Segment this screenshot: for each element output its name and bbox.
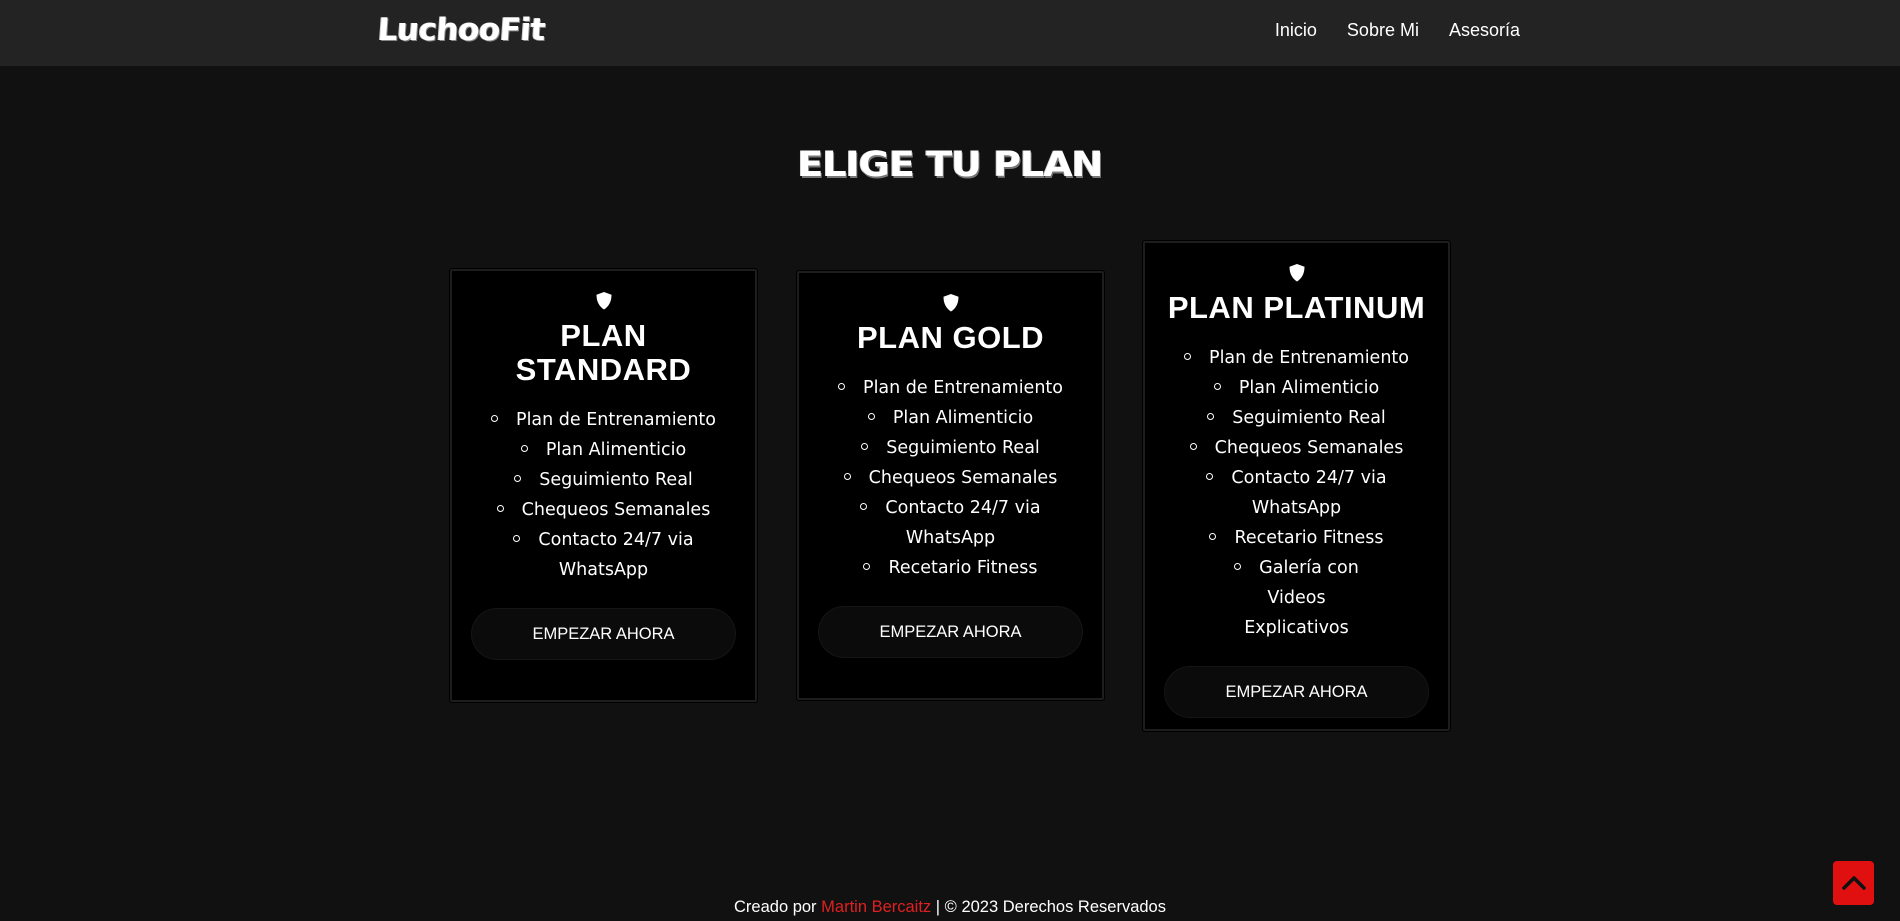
feature-item: Chequeos Semanales [819,463,1082,493]
scroll-to-top-button[interactable] [1833,861,1874,905]
bullet-icon [838,382,846,390]
nav-link-sobre-mi[interactable]: Sobre Mi [1347,20,1419,41]
bullet-icon [1234,562,1242,570]
bullet-icon [520,444,528,452]
bullet-icon [513,534,521,542]
feature-list: Plan de Entrenamiento Plan Alimenticio S… [472,405,735,585]
footer-copyright: 2023 Derechos Reservados [961,898,1166,916]
start-now-button[interactable]: EMPEZAR AHORA [1165,667,1428,717]
feature-item: Recetario Fitness [1165,523,1428,553]
feature-item: Chequeos Semanales [472,495,735,525]
navbar: LuchooFit Inicio Sobre Mi Asesoría [0,0,1900,66]
bullet-icon [843,472,851,480]
shield-icon [1289,264,1304,282]
plan-card-standard: PLAN STANDARD Plan de Entrenamiento Plan… [449,268,758,703]
plan-card-gold: PLAN GOLD Plan de Entrenamiento Plan Ali… [796,270,1105,701]
plan-title: PLAN STANDARD [515,318,692,387]
footer-prefix: Creado por [734,898,817,916]
bullet-icon [1209,532,1217,540]
bullet-icon [1206,472,1214,480]
feature-item: Chequeos Semanales [1165,433,1428,463]
bullet-icon [496,504,504,512]
feature-item: Plan Alimenticio [472,435,735,465]
feature-item: Recetario Fitness [819,553,1082,583]
plan-title: PLAN PLATINUM [1167,290,1426,325]
section-title: ELIGE TU PLAN [797,143,1104,185]
bullet-icon [867,412,875,420]
nav-link-inicio[interactable]: Inicio [1275,20,1317,41]
footer: Creado por Martin Bercaitz | © 2023 Dere… [0,898,1900,917]
nav-link-asesoria[interactable]: Asesoría [1449,20,1520,41]
shield-icon [596,292,611,310]
site-logo[interactable]: LuchooFit [377,12,547,48]
bullet-icon [1184,352,1192,360]
feature-item: Contacto 24/7 via WhatsApp [1165,463,1428,523]
feature-item: Plan Alimenticio [1165,373,1428,403]
main-nav: Inicio Sobre Mi Asesoría [1275,20,1520,41]
feature-list: Plan de Entrenamiento Plan Alimenticio S… [819,373,1082,583]
bullet-icon [860,502,868,510]
chevron-up-icon [1841,876,1866,890]
feature-item: Plan Alimenticio [819,403,1082,433]
copyright-icon: © [944,898,957,916]
feature-item: Plan de Entrenamiento [1165,343,1428,373]
feature-item: Plan de Entrenamiento [819,373,1082,403]
bullet-icon [491,414,499,422]
bullet-icon [861,442,869,450]
bullet-icon [1207,412,1215,420]
author-link[interactable]: Martin Bercaitz [821,898,931,916]
shield-icon [943,294,958,312]
feature-item: Plan de Entrenamiento [472,405,735,435]
footer-separator: | [935,898,941,916]
feature-item: Seguimiento Real [819,433,1082,463]
bullet-icon [863,562,871,570]
bullet-icon [1189,442,1197,450]
bullet-icon [1213,382,1221,390]
feature-list: Plan de Entrenamiento Plan Alimenticio S… [1165,343,1428,643]
plan-title: PLAN GOLD [856,320,1045,355]
start-now-button[interactable]: EMPEZAR AHORA [819,607,1082,657]
feature-item: Contacto 24/7 via WhatsApp [819,493,1082,553]
plan-card-platinum: PLAN PLATINUM Plan de Entrenamiento Plan… [1142,240,1451,732]
feature-item: Seguimiento Real [472,465,735,495]
bullet-icon [514,474,522,482]
start-now-button[interactable]: EMPEZAR AHORA [472,609,735,659]
feature-item: Contacto 24/7 via WhatsApp [472,525,735,585]
feature-item: Seguimiento Real [1165,403,1428,433]
feature-item: Galería con Videos Explicativos [1165,553,1428,643]
